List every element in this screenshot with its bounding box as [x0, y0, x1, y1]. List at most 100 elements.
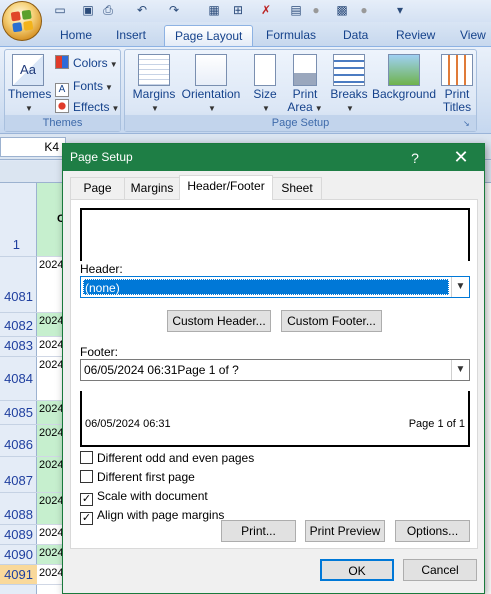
cell[interactable]: 2024 [37, 257, 64, 313]
row-number-selected[interactable]: 4091 [0, 565, 37, 585]
format-icon[interactable]: ⊞ [230, 2, 246, 18]
orientation-button[interactable]: Orientation ▼ [179, 54, 243, 115]
page-setup-group: Margins ▼ Orientation ▼ Size ▼ Print Area ▼ B… [124, 49, 477, 132]
footer-preview: 06/05/2024 06:31 Page 1 of 1 [80, 391, 470, 447]
undo-icon[interactable]: ↶ [134, 2, 150, 18]
page-setup-dialog: Page Setup ? ✕ Page Margins Header/Foote… [62, 143, 485, 594]
cancel-button[interactable]: Cancel [403, 559, 477, 581]
fonts-button[interactable]: A Fonts ▼ [55, 77, 113, 97]
row-number[interactable]: 4089 [0, 525, 37, 545]
themes-icon: Aa [12, 54, 44, 86]
footer-label: Footer: [80, 345, 119, 359]
office-button[interactable] [2, 1, 42, 41]
effects-icon [55, 99, 69, 113]
tab-page[interactable]: Page [70, 177, 125, 199]
print-titles-icon [441, 54, 473, 86]
background-icon [388, 54, 420, 86]
new-icon[interactable]: ▭ [52, 2, 68, 18]
row-header-1[interactable]: 1 [0, 183, 37, 257]
cell[interactable]: 2024 [37, 457, 64, 493]
name-box[interactable]: K4 [0, 137, 66, 157]
tab-margins[interactable]: Margins [124, 177, 180, 199]
checkmark-icon: ✓ [80, 512, 93, 525]
save-icon[interactable]: ▣ [80, 2, 96, 18]
dialog-titlebar: Page Setup ? ✕ [63, 144, 484, 171]
tab-page-layout[interactable]: Page Layout [164, 25, 254, 46]
cell[interactable]: 2024 [37, 525, 64, 545]
clear-icon[interactable]: ✗ [258, 2, 274, 18]
chevron-down-icon[interactable]: ▼ [451, 360, 469, 380]
help-button[interactable]: ? [405, 148, 425, 168]
borders-icon[interactable]: ▦ [206, 2, 222, 18]
page-setup-group-label: Page Setup [125, 115, 476, 131]
footer-select-value: 06/05/2024 06:31Page 1 of ? [84, 363, 239, 377]
close-icon[interactable]: ✕ [448, 146, 474, 168]
cell[interactable]: 2024 [37, 545, 64, 565]
ribbon: Aa Themes ▼ Colors ▼ A Fonts ▼ Effects ▼ Them… [0, 46, 491, 134]
footer-select[interactable]: 06/05/2024 06:31Page 1 of ? ▼ [80, 359, 470, 381]
row-number[interactable]: 4084 [0, 357, 37, 401]
row-number[interactable]: 4082 [0, 313, 37, 337]
tab-formulas[interactable]: Formulas [256, 25, 326, 46]
row-number[interactable]: 4081 [0, 257, 37, 313]
colors-button[interactable]: Colors ▼ [55, 54, 118, 72]
tab-header-footer[interactable]: Header/Footer [179, 175, 273, 200]
custom-header-button[interactable]: Custom Header... [167, 310, 271, 332]
redo-icon[interactable]: ↷ [166, 2, 182, 18]
align-margins-checkbox[interactable]: ✓ Align with page margins [80, 507, 224, 525]
first-page-checkbox[interactable]: Different first page [80, 469, 195, 485]
tab-home[interactable]: Home [50, 25, 102, 46]
header-footer-panel: Header: (none) ▼ Custom Header... Custom… [70, 199, 478, 549]
row-number[interactable]: 4085 [0, 401, 37, 425]
print-titles-button[interactable]: Print Titles [437, 54, 477, 114]
ok-button[interactable]: OK [320, 559, 394, 581]
circle-icon[interactable]: ● [308, 2, 324, 18]
dialog-title: Page Setup [70, 150, 133, 164]
cell[interactable]: 2024 [37, 337, 64, 357]
customize-qat-icon[interactable]: ▾ [392, 2, 408, 18]
dialog-launcher-icon[interactable]: ↘ [463, 119, 473, 129]
row-number[interactable]: 4090 [0, 545, 37, 565]
print-button[interactable]: Print... [221, 520, 296, 542]
tab-insert[interactable]: Insert [106, 25, 156, 46]
tab-review[interactable]: Review [386, 25, 445, 46]
background-button[interactable]: Background [371, 54, 437, 101]
size-button[interactable]: Size ▼ [247, 54, 283, 115]
breaks-button[interactable]: Breaks ▼ [329, 54, 369, 115]
lock-icon[interactable]: ▩ [334, 2, 350, 18]
cell[interactable]: 2024 [37, 313, 64, 337]
row-number[interactable]: 4083 [0, 337, 37, 357]
row-number[interactable]: 4088 [0, 493, 37, 525]
checkmark-icon: ✓ [80, 493, 93, 506]
cell[interactable]: 2024 [37, 357, 64, 401]
themes-button[interactable]: Aa Themes ▼ [8, 54, 51, 115]
print-area-button[interactable]: Print Area ▼ [287, 54, 323, 115]
header-cell[interactable]: C [37, 183, 65, 257]
margins-button[interactable]: Margins ▼ [131, 54, 177, 115]
circle-icon[interactable]: ● [356, 2, 372, 18]
header-select[interactable]: (none) ▼ [80, 276, 470, 298]
odd-even-checkbox[interactable]: Different odd and even pages [80, 450, 254, 466]
tab-sheet[interactable]: Sheet [272, 177, 322, 199]
footer-preview-left: 06/05/2024 06:31 [85, 418, 171, 430]
breaks-icon [333, 54, 365, 86]
custom-footer-button[interactable]: Custom Footer... [281, 310, 382, 332]
chevron-down-icon[interactable]: ▼ [451, 277, 469, 297]
scale-with-document-checkbox[interactable]: ✓ Scale with document [80, 488, 208, 506]
paste-icon[interactable]: ▤ [288, 2, 304, 18]
office-logo-icon [10, 9, 34, 33]
row-number[interactable]: 4086 [0, 425, 37, 457]
tab-view[interactable]: View [450, 25, 491, 46]
tab-data[interactable]: Data [333, 25, 378, 46]
print-preview-button[interactable]: Print Preview [305, 520, 385, 542]
row-number[interactable]: 4087 [0, 457, 37, 493]
checkbox-box [80, 470, 93, 483]
options-button[interactable]: Options... [395, 520, 470, 542]
colors-icon [55, 55, 69, 69]
cell[interactable]: 2024 [37, 565, 64, 585]
print-preview-icon[interactable]: ⎙ [100, 2, 116, 18]
cell[interactable]: 2024 [37, 425, 64, 457]
cell[interactable]: 2024 [37, 401, 64, 425]
cell[interactable]: 2024 [37, 493, 64, 525]
effects-button[interactable]: Effects ▼ [55, 98, 119, 116]
